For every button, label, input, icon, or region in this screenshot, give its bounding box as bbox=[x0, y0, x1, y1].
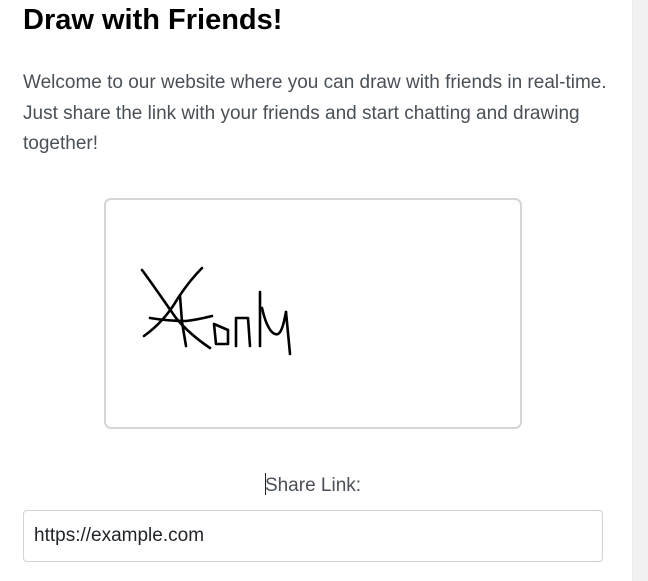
stroke-1 bbox=[140, 268, 212, 350]
drawing-canvas[interactable] bbox=[104, 198, 522, 429]
drawing-strokes bbox=[140, 266, 292, 356]
stroke-5 bbox=[212, 322, 230, 346]
share-link-input[interactable] bbox=[23, 510, 603, 562]
stroke-3 bbox=[142, 266, 204, 338]
page-title: Draw with Friends! bbox=[23, 4, 283, 36]
vertical-scrollbar[interactable] bbox=[632, 0, 648, 581]
stroke-8 bbox=[260, 306, 288, 336]
page: Draw with Friends! Welcome to our websit… bbox=[0, 0, 632, 581]
stroke-6 bbox=[234, 316, 252, 348]
intro-text: Welcome to our website where you can dra… bbox=[23, 72, 607, 154]
stroke-9 bbox=[284, 310, 292, 356]
share-link-label: Share Link: bbox=[0, 473, 626, 499]
share-link-label-text: Share Link: bbox=[264, 475, 362, 496]
